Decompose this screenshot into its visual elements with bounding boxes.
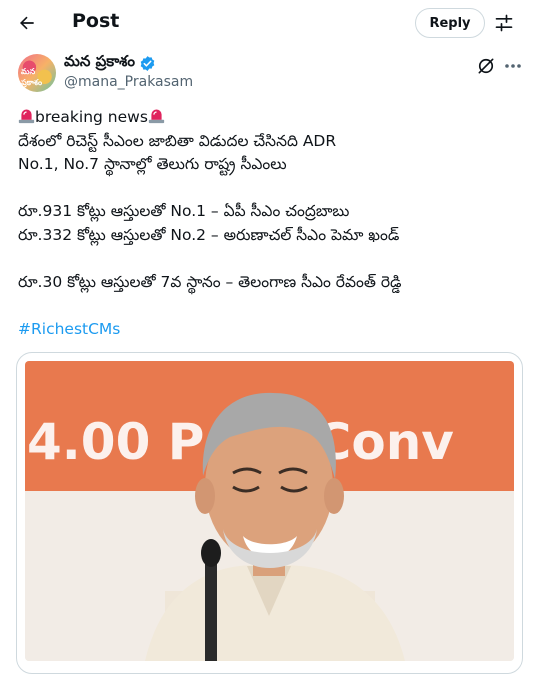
grok-icon[interactable] <box>476 56 496 76</box>
breaking-news-text: breaking news <box>35 108 148 126</box>
tweet-line: రూ.30 కోట్లు ఆస్తులతో 7వ స్థానం – తెలంగా… <box>18 272 402 291</box>
tweet-line: రూ.332 కోట్లు ఆస్తులతో No.2 – అరుణాచల్ స… <box>18 225 400 244</box>
verified-icon <box>139 55 156 72</box>
tweet-line-breaking: breaking news <box>18 106 528 130</box>
tweet-photo[interactable]: 4.00 P CK Conv <box>25 361 514 661</box>
author-handle[interactable]: @mana_Prakasam <box>64 74 193 90</box>
tweet-line: No.1, No.7 స్థానాల్లో తెలుగు రాష్ట్ర సీఎ… <box>18 155 287 173</box>
siren-icon <box>148 107 165 124</box>
avatar[interactable]: మన ప్రకాశం <box>18 54 56 92</box>
siren-icon <box>18 107 35 124</box>
settings-icon[interactable] <box>493 12 515 34</box>
reply-button[interactable]: Reply <box>415 8 485 38</box>
tweet-text: breaking news దేశంలో రిచెస్ట్ సీఎంల జాబి… <box>18 106 528 341</box>
page-title: Post <box>72 10 120 32</box>
hashtag-link[interactable]: #RichestCMs <box>18 318 528 342</box>
author-name[interactable]: మన ప్రకాశం <box>64 52 156 74</box>
tweet-line: దేశంలో రిచెస్ట్ సీఎంల జాబితా విడుదల చేసి… <box>18 131 337 150</box>
top-bar: Post Reply <box>0 0 549 46</box>
more-icon[interactable] <box>503 56 523 76</box>
back-arrow-icon[interactable] <box>14 10 40 36</box>
author-name-text: మన ప్రకాశం <box>64 52 135 70</box>
avatar-label: మన ప్రకాశం <box>21 67 42 87</box>
tweet-line: రూ.931 కోట్లు ఆస్తులతో No.1 – ఏపీ సీఎం చ… <box>18 202 350 220</box>
media-card[interactable]: 4.00 P CK Conv <box>16 352 523 674</box>
